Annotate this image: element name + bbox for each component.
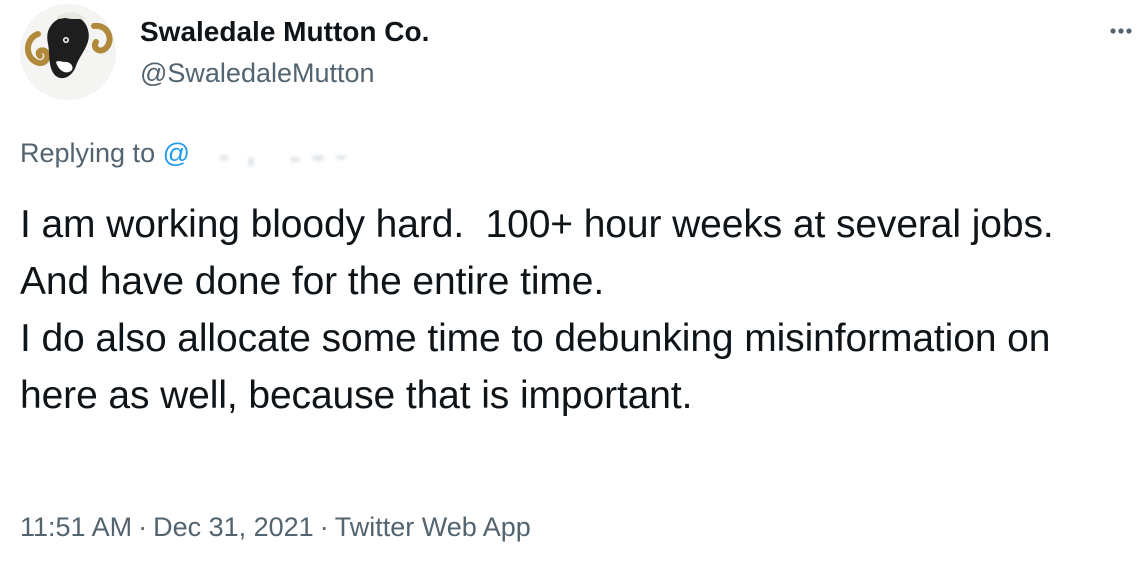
tweet-source[interactable]: Twitter Web App	[335, 512, 531, 542]
reply-mention-link[interactable]: @	[163, 138, 190, 168]
tweet-date[interactable]: Dec 31, 2021	[153, 512, 314, 542]
meta-separator: ·	[138, 512, 148, 542]
tweet: Swaledale Mutton Co. @SwaledaleMutton Re…	[0, 0, 1138, 568]
tweet-text: I am working bloody hard. 100+ hour week…	[20, 203, 1054, 417]
replying-to-line: Replying to @	[20, 136, 348, 170]
more-options-icon[interactable]	[1108, 18, 1134, 44]
meta-separator: ·	[319, 512, 329, 542]
avatar[interactable]	[20, 4, 116, 100]
author-display-name[interactable]: Swaledale Mutton Co.	[140, 14, 429, 50]
ram-head-avatar-icon	[20, 4, 116, 100]
redacted-username	[198, 145, 348, 167]
author-handle[interactable]: @SwaledaleMutton	[140, 56, 375, 90]
tweet-metadata: 11:51 AM · Dec 31, 2021 · Twitter Web App	[20, 510, 531, 544]
tweet-time[interactable]: 11:51 AM	[20, 512, 132, 542]
replying-to-label: Replying to	[20, 138, 163, 168]
